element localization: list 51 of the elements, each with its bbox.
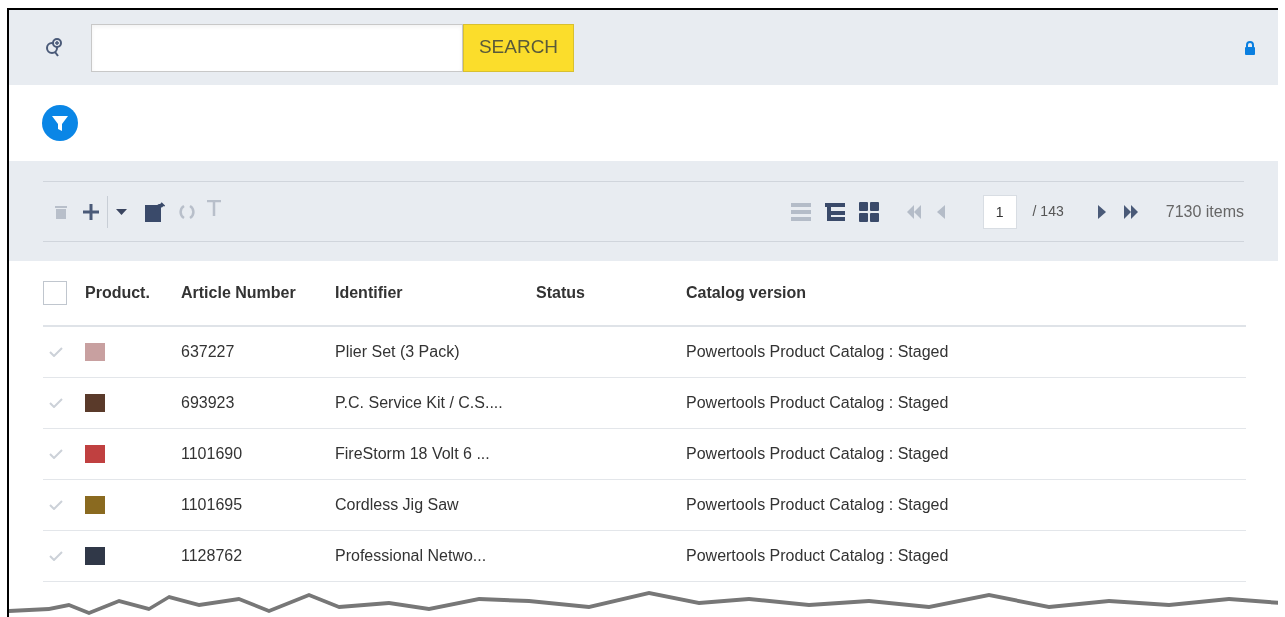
csv-export-icon[interactable] xyxy=(145,201,165,222)
first-page-icon[interactable] xyxy=(906,204,921,219)
select-all-checkbox[interactable] xyxy=(43,281,67,305)
item-count: 7130 items xyxy=(1165,201,1244,222)
table-cell-text: Powertools Product Catalog : Staged xyxy=(686,342,950,362)
column-header[interactable]: Article Number xyxy=(181,281,335,305)
list-view-icon[interactable] xyxy=(790,201,811,222)
column-header[interactable]: Identifier xyxy=(335,281,536,305)
previous-page-icon[interactable] xyxy=(936,204,945,219)
check-icon[interactable] xyxy=(49,551,63,561)
table-cell-text: Professional Netwo... xyxy=(335,546,488,566)
text-icon[interactable] xyxy=(207,199,221,216)
table-cell-text: FireStorm 18 Volt 6 ... xyxy=(335,444,491,464)
check-icon[interactable] xyxy=(49,500,63,510)
advanced-search-icon[interactable] xyxy=(43,36,65,59)
search-button[interactable]: SEARCH xyxy=(463,23,574,72)
check-icon[interactable] xyxy=(49,398,63,408)
table-cell-text: Powertools Product Catalog : Staged xyxy=(686,444,950,464)
next-page-icon[interactable] xyxy=(1097,204,1106,219)
page-number-field[interactable]: 1 xyxy=(982,194,1017,229)
product-thumbnail xyxy=(85,496,105,514)
table-cell-text: Powertools Product Catalog : Staged xyxy=(686,393,950,413)
filter-icon[interactable] xyxy=(42,105,78,141)
product-thumbnail xyxy=(85,547,105,565)
table-cell-text: 1101690 xyxy=(181,444,244,464)
column-header[interactable]: Product. xyxy=(85,281,181,305)
lock-icon[interactable] xyxy=(1244,40,1256,55)
table-cell-text: Plier Set (3 Pack) xyxy=(335,342,461,362)
table-cell-text: Cordless Jig Saw xyxy=(335,495,460,515)
trash-icon[interactable] xyxy=(55,204,67,219)
tree-view-icon[interactable] xyxy=(824,201,845,222)
product-thumbnail xyxy=(85,394,105,412)
column-header[interactable]: Status xyxy=(536,281,686,305)
column-header[interactable]: Catalog version xyxy=(686,281,986,305)
product-thumbnail xyxy=(85,445,105,463)
table-cell-text: P.C. Service Kit / C.S.... xyxy=(335,393,504,413)
search-field[interactable] xyxy=(91,23,463,72)
last-page-icon[interactable] xyxy=(1123,204,1138,219)
plus-icon[interactable] xyxy=(83,203,99,220)
table-cell-text: Powertools Product Catalog : Staged xyxy=(686,495,950,515)
table-cell-text: 1101695 xyxy=(181,495,244,515)
product-thumbnail xyxy=(85,343,105,361)
table-cell-text: 693923 xyxy=(181,393,236,413)
table-cell-text: Powertools Product Catalog : Staged xyxy=(686,546,950,566)
table-cell-text: 637227 xyxy=(181,342,236,362)
caret-icon[interactable] xyxy=(116,208,127,215)
check-icon[interactable] xyxy=(49,449,63,459)
check-icon[interactable] xyxy=(49,347,63,357)
grid-view-icon[interactable] xyxy=(858,201,879,222)
page-total: / 143 xyxy=(1032,202,1064,221)
table-cell-text: 1128762 xyxy=(181,546,244,566)
